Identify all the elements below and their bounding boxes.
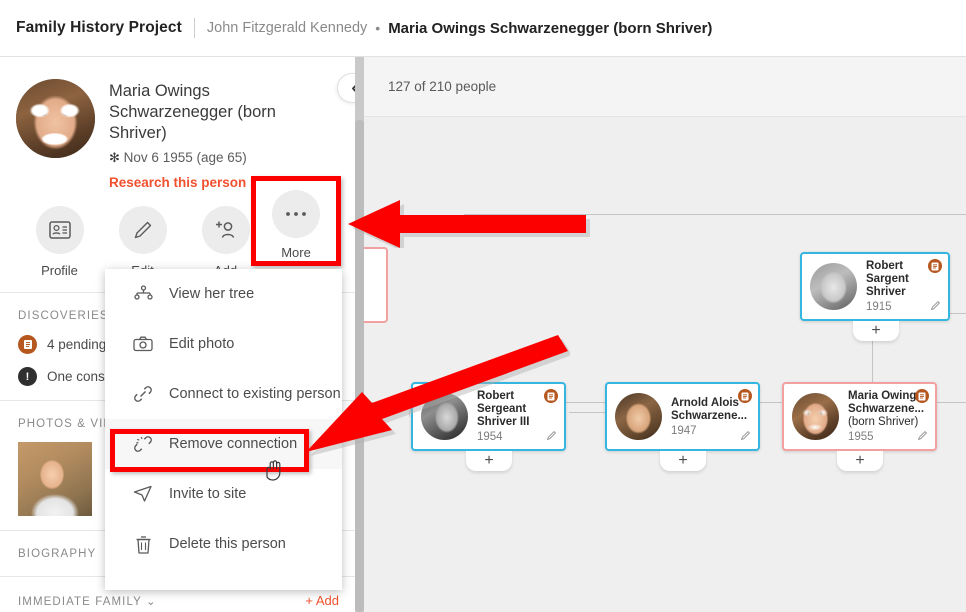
menu-item-label: View her tree [169, 286, 255, 302]
plus-icon: + [855, 452, 865, 469]
tree-line-spouse-connect [569, 412, 609, 413]
immediate-family-header[interactable]: IMMEDIATE FAMILY ⌄ [18, 594, 157, 608]
doc-badge-icon[interactable] [544, 389, 558, 403]
menu-item-delete-this-person[interactable]: Delete this person [105, 519, 342, 569]
mouse-cursor [266, 460, 281, 481]
chevron-down-icon: ⌄ [145, 595, 157, 608]
card-year: 1947 [671, 424, 697, 437]
pencil-icon[interactable] [740, 430, 751, 444]
tree-card-robert-sargent-shriver[interactable]: Robert Sargent Shriver 1915 [800, 252, 950, 321]
add-relative-button[interactable]: + [853, 321, 899, 341]
menu-item-label: Connect to existing person [169, 386, 341, 402]
doc-badge-icon [18, 335, 37, 354]
add-relative-button[interactable]: + [837, 451, 883, 471]
breadcrumb-dot: • [375, 20, 381, 36]
menu-item-view-her-tree[interactable]: View her tree [105, 269, 342, 319]
birth-info: ✻ Nov 6 1955 (age 65) [109, 150, 323, 166]
pencil-icon[interactable] [917, 430, 928, 444]
menu-item-remove-connection[interactable]: Remove connection [105, 419, 342, 469]
ellipsis-icon [272, 190, 320, 238]
more-dropdown-menu: View her tree Edit photo Connect to exis… [105, 269, 342, 590]
card-photo [792, 393, 839, 440]
doc-badge-icon[interactable] [738, 389, 752, 403]
card-photo [421, 393, 468, 440]
card-year: 1954 [477, 431, 503, 443]
add-family-member-button[interactable]: + Add [305, 593, 339, 608]
card-text: Arnold Alois Schwarzene... 1947 [671, 397, 750, 437]
breadcrumb-bar: Family History Project John Fitzgerald K… [0, 0, 966, 57]
menu-item-label: Remove connection [169, 436, 298, 452]
pencil-icon [118, 206, 167, 254]
menu-item-invite-to-site[interactable]: Invite to site [105, 469, 342, 519]
profile-header: Maria Owings Schwarzenegger (born Shrive… [0, 57, 355, 190]
profile-card-icon [35, 206, 84, 254]
add-relative-button[interactable]: + [660, 451, 706, 471]
profile-button-label: Profile [41, 263, 78, 278]
broken-link-icon [131, 434, 155, 454]
discovery-pending-label: 4 pending [47, 337, 107, 352]
avatar[interactable] [16, 79, 95, 158]
breadcrumb-divider [193, 18, 195, 38]
more-button[interactable]: More [251, 176, 341, 266]
menu-item-label: Edit photo [169, 336, 235, 352]
sidebar-scrollbar[interactable] [355, 120, 364, 612]
menu-item-edit-photo[interactable]: Edit photo [105, 319, 342, 369]
breadcrumb-current-person: Maria Owings Schwarzenegger (born Shrive… [388, 19, 713, 37]
people-count-label: 127 of 210 people [388, 79, 497, 94]
menu-item-label: Invite to site [169, 486, 247, 502]
partially-hidden-card[interactable] [364, 247, 388, 323]
birth-star-icon: ✻ [109, 150, 120, 165]
edit-button[interactable]: Edit [101, 206, 184, 278]
menu-item-label: Delete this person [169, 536, 286, 552]
pencil-icon[interactable] [546, 430, 557, 444]
camera-icon [131, 336, 155, 352]
card-name: Arnold Alois Schwarzene... [671, 396, 748, 422]
card-photo [810, 263, 857, 310]
family-tree-canvas[interactable]: 127 of 210 people Robert Sargent Shriver… [364, 57, 966, 612]
tree-icon [131, 285, 155, 303]
profile-text: Maria Owings Schwarzenegger (born Shrive… [109, 79, 323, 190]
trash-icon [131, 535, 155, 554]
doc-badge-icon[interactable] [928, 259, 942, 273]
immediate-family-title: IMMEDIATE FAMILY [18, 595, 142, 608]
profile-button[interactable]: Profile [18, 206, 101, 278]
card-year: 1915 [866, 301, 892, 313]
pencil-icon[interactable] [930, 300, 941, 314]
breadcrumb-root-person[interactable]: John Fitzgerald Kennedy [207, 20, 367, 36]
card-maiden-name: (born Shriver) [848, 416, 919, 428]
photo-thumbnail[interactable] [18, 442, 92, 516]
plus-icon: + [484, 452, 494, 469]
app-root: Family History Project John Fitzgerald K… [0, 0, 966, 612]
more-button-label: More [281, 245, 311, 260]
tree-line-top-horizontal [464, 214, 966, 215]
tree-card-robert-sergeant-shriver-iii[interactable]: Robert Sergeant Shriver III 1954 [411, 382, 566, 451]
page-title: Maria Owings Schwarzenegger (born Shrive… [109, 82, 276, 142]
card-photo [615, 393, 662, 440]
doc-badge-icon[interactable] [915, 389, 929, 403]
add-relative-button[interactable]: + [466, 451, 512, 471]
card-year: 1955 [848, 431, 874, 443]
tree-card-arnold-schwarzenegger[interactable]: Arnold Alois Schwarzene... 1947 [605, 382, 760, 451]
birth-date: Nov 6 1955 (age 65) [123, 150, 247, 165]
add-person-icon [201, 206, 250, 254]
link-icon [131, 384, 155, 404]
warning-badge-icon: ! [18, 367, 37, 386]
plus-icon: + [871, 322, 881, 339]
project-title: Family History Project [16, 19, 182, 36]
plus-icon: + [678, 452, 688, 469]
tree-card-maria-schwarzenegger[interactable]: Maria Owings Schwarzene... (born Shriver… [782, 382, 937, 451]
menu-item-connect-to-existing-person[interactable]: Connect to existing person [105, 369, 342, 419]
send-icon [131, 485, 155, 503]
